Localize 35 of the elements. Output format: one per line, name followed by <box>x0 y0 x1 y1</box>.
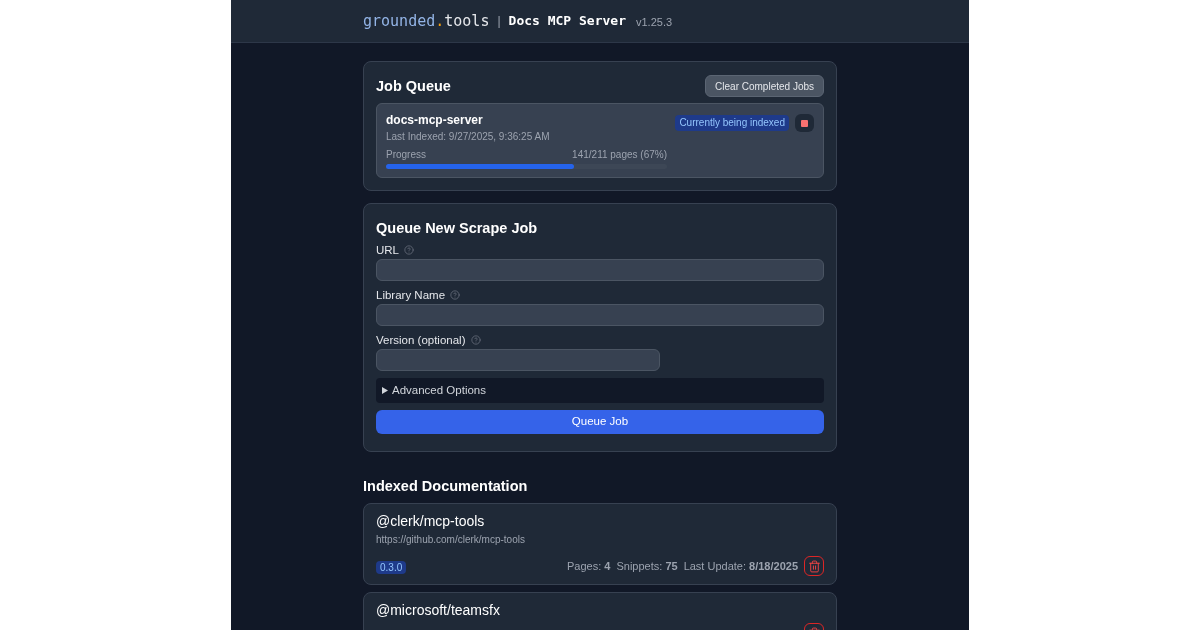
advanced-options-toggle[interactable]: Advanced Options <box>376 378 824 403</box>
library-name: @clerk/mcp-tools <box>376 512 486 531</box>
progress-label: Progress <box>386 148 426 162</box>
stop-button[interactable] <box>795 114 814 132</box>
field-label: Library Name <box>376 288 446 303</box>
help-icon[interactable] <box>404 245 414 255</box>
stop-icon <box>801 119 808 127</box>
clear-completed-button[interactable]: Clear Completed Jobs <box>705 75 824 97</box>
input-field[interactable] <box>376 349 660 371</box>
progress-text: 141/211 pages (67%) <box>572 148 667 162</box>
library-url: https://github.com/clerk/mcp-tools <box>376 533 526 547</box>
input-field[interactable] <box>376 259 824 281</box>
status-badge: Currently being indexed <box>675 115 789 131</box>
separator: | <box>497 13 501 30</box>
app-title: Docs MCP Server <box>508 12 626 30</box>
input-field[interactable] <box>376 304 824 326</box>
delete-button[interactable] <box>804 556 824 576</box>
field-label: URL <box>376 243 399 258</box>
library-stat: Snippets: 75 <box>616 558 678 574</box>
brand-logo: grounded.tools <box>363 11 490 31</box>
section-title: Indexed Documentation <box>363 477 529 496</box>
help-icon[interactable] <box>470 335 481 345</box>
queue-job-button[interactable]: Queue Job <box>376 410 824 434</box>
library-stat: Last Update: 8/18/2025 <box>683 558 798 574</box>
field-label: Version (optional) <box>376 333 466 348</box>
last-indexed-text: Last Indexed: 9/27/2025, 9:36:25 AM <box>386 130 551 144</box>
trash-icon <box>807 559 821 573</box>
help-icon[interactable] <box>450 290 461 300</box>
library-name: @microsoft/teamsfx <box>376 601 501 620</box>
library-stat: Pages: 4 <box>567 558 611 574</box>
version-label: v1.25.3 <box>635 14 673 30</box>
section-title: Job Queue <box>376 77 451 96</box>
section-title: Queue New Scrape Job <box>376 219 539 238</box>
version-badge: 0.3.0 <box>376 561 407 574</box>
job-name: docs-mcp-server <box>386 113 484 127</box>
